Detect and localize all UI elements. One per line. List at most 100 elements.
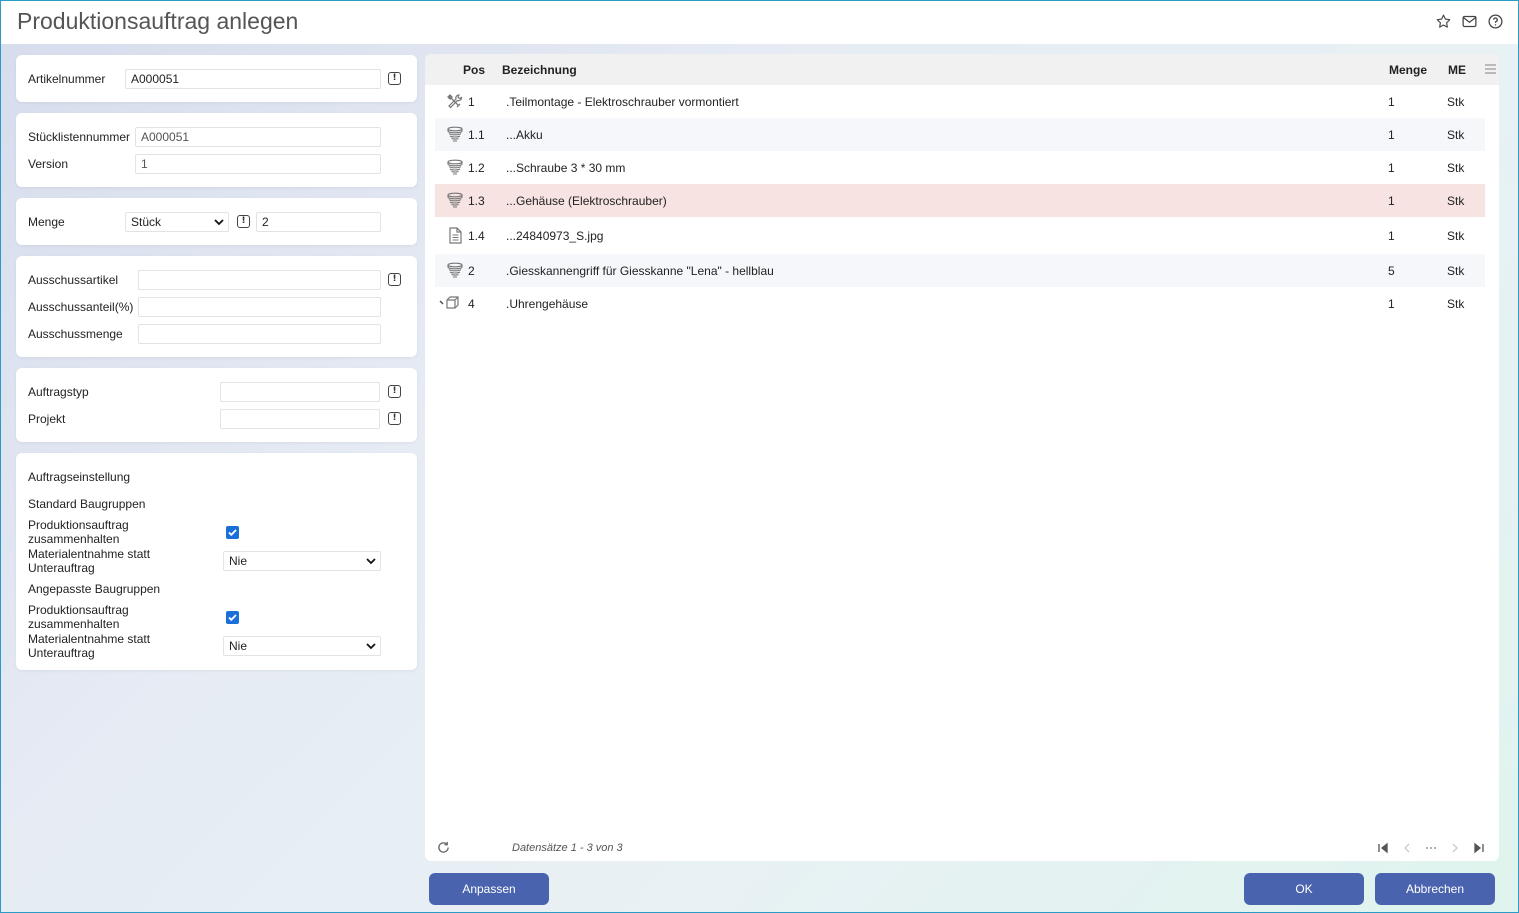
row-bez: .Giesskannengriff für Giesskanne "Lena" … [506,264,774,278]
refresh-icon[interactable] [437,841,450,854]
standard-withdraw-label: Materialentnahme statt Unterauftrag [28,547,151,575]
stack-icon [447,159,463,175]
scrap-article-label: Ausschussartikel [28,273,119,287]
custom-withdraw-label: Materialentnahme statt Unterauftrag [28,632,151,660]
table-row[interactable]: 1.1 ...Akku 1 Stk [435,118,1485,151]
standard-withdraw-select[interactable]: Nie [223,551,381,571]
column-menu-icon[interactable] [1485,64,1496,74]
article-label: Artikelnummer [28,72,106,86]
row-pos: 1.4 [468,229,485,243]
custom-withdraw-select[interactable]: Nie [223,636,381,656]
mail-icon[interactable] [1461,13,1478,30]
column-header-me[interactable]: ME [1448,63,1466,77]
grid-footer: Datensätze 1 - 3 von 3 [425,835,1499,861]
table-row-selected[interactable]: 1.3 ...Gehäuse (Elektroschrauber) 1 Stk [435,184,1485,217]
page-title: Produktionsauftrag anlegen [17,8,299,34]
row-menge: 1 [1388,297,1395,311]
row-me: Stk [1447,297,1465,311]
unit-select-value: Stück [131,215,162,229]
row-me: Stk [1447,229,1465,243]
custom-keep-label: Produktionsauftrag zusammenhalten [28,603,129,631]
order-type-label: Auftragstyp [28,385,89,399]
stack-icon [447,262,463,278]
article-input[interactable]: A000051 [125,69,381,89]
prev-page-icon[interactable] [1401,842,1413,854]
stack-icon [447,126,463,142]
standard-groups-title: Standard Baugruppen [28,497,146,511]
row-me: Stk [1447,194,1465,208]
scrap-article-lookup-icon[interactable]: ! [388,273,401,286]
order-panel: Auftragstyp ! Projekt ! [16,368,417,442]
box-icon [439,296,459,309]
row-bez: .Teilmontage - Elektroschrauber vormonti… [506,95,739,109]
title-bar: Produktionsauftrag anlegen [1,1,1518,44]
quantity-input[interactable]: 2 [256,212,381,232]
chevron-down-icon [366,558,376,565]
chevron-down-icon [214,219,224,226]
bom-grid: Pos Bezeichnung Menge ME 1 .Teilmontage … [425,54,1499,861]
row-menge: 5 [1388,264,1395,278]
scrap-panel: Ausschussartikel ! Ausschussanteil(%) Au… [16,256,417,357]
row-pos: 4 [468,297,475,311]
bom-number-label: Stücklistennummer [28,130,131,144]
chevron-down-icon [366,643,376,650]
row-menge: 1 [1388,194,1395,208]
order-type-input[interactable] [220,382,380,402]
row-pos: 2 [468,264,475,278]
quantity-label: Menge [28,215,65,229]
scrap-qty-label: Ausschussmenge [28,327,123,341]
custom-keep-checkbox[interactable] [226,611,239,624]
row-menge: 1 [1388,128,1395,142]
quantity-panel: Menge Stück ! 2 [16,198,417,245]
row-pos: 1.1 [468,128,485,142]
bom-number-field[interactable]: A000051 [135,127,381,147]
column-header-pos[interactable]: Pos [463,63,485,77]
star-icon[interactable] [1435,13,1452,30]
help-icon[interactable] [1487,13,1504,30]
version-field[interactable]: 1 [135,154,381,174]
more-pages-icon[interactable] [1425,842,1437,854]
custom-groups-title: Angepasste Baugruppen [28,582,161,596]
row-pos: 1 [468,95,475,109]
row-me: Stk [1447,264,1465,278]
scrap-share-input[interactable] [138,297,381,317]
first-page-icon[interactable] [1377,842,1389,854]
column-header-menge[interactable]: Menge [1389,63,1427,77]
standard-keep-checkbox[interactable] [226,526,239,539]
table-row[interactable]: 4 .Uhrengehäuse 1 Stk [435,287,1485,320]
row-bez: ...24840973_S.jpg [506,229,604,243]
bom-panel: Stücklistennummer A000051 Version 1 [16,113,417,187]
row-bez: ...Gehäuse (Elektroschrauber) [506,194,667,208]
order-type-lookup-icon[interactable]: ! [388,385,401,398]
records-info: Datensätze 1 - 3 von 3 [512,842,623,854]
table-row[interactable]: 2 .Giesskannengriff für Giesskanne "Lena… [435,254,1485,287]
table-row[interactable]: 1.2 ...Schraube 3 * 30 mm 1 Stk [435,151,1485,184]
cancel-button[interactable]: Abbrechen [1375,873,1495,905]
row-bez: .Uhrengehäuse [506,297,589,311]
project-input[interactable] [220,409,380,429]
version-label: Version [28,157,69,171]
next-page-icon[interactable] [1449,842,1461,854]
row-menge: 1 [1388,229,1395,243]
grid-header: Pos Bezeichnung Menge ME [425,54,1499,85]
row-me: Stk [1447,128,1465,142]
ok-button[interactable]: OK [1244,873,1364,905]
custom-withdraw-value: Nie [229,639,248,653]
project-lookup-icon[interactable]: ! [388,412,401,425]
scrap-article-input[interactable] [138,270,381,290]
scrap-qty-input[interactable] [138,324,381,344]
tools-icon [447,94,463,109]
project-label: Projekt [28,412,66,426]
last-page-icon[interactable] [1473,842,1485,854]
article-lookup-icon[interactable]: ! [388,72,401,85]
table-row[interactable]: 1 .Teilmontage - Elektroschrauber vormon… [435,85,1485,118]
column-header-bez[interactable]: Bezeichnung [502,63,577,77]
quantity-lookup-icon[interactable]: ! [237,215,250,228]
table-row[interactable]: 1.4 ...24840973_S.jpg 1 Stk [435,219,1485,252]
header-icons [1435,13,1504,30]
document-icon [449,227,462,244]
row-pos: 1.3 [468,194,485,208]
unit-select[interactable]: Stück [125,212,229,232]
row-me: Stk [1447,95,1465,109]
adjust-button[interactable]: Anpassen [429,873,549,905]
